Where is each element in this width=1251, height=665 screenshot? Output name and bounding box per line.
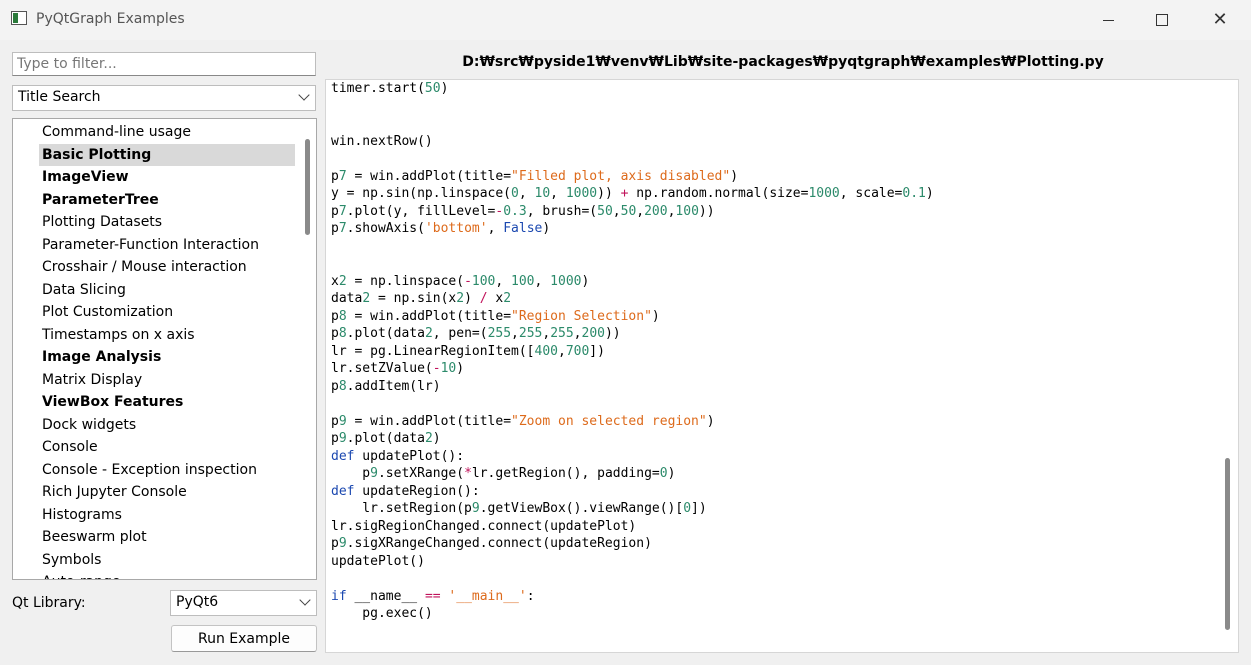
filter-input[interactable] <box>12 52 316 76</box>
editor-scrollbar[interactable] <box>1225 458 1230 630</box>
examples-tree[interactable]: Command-line usage Basic Plotting ImageVie… <box>12 118 317 580</box>
tree-item[interactable]: Plot Customization <box>39 301 179 323</box>
maximize-button[interactable] <box>1139 0 1185 40</box>
tree-item[interactable]: Image Analysis <box>39 346 167 368</box>
tree-item[interactable]: ViewBox Features <box>39 391 189 413</box>
search-mode-select[interactable]: Title Search <box>12 85 316 111</box>
tree-item[interactable]: Parameter-Function Interaction <box>39 234 265 256</box>
tree-item[interactable]: Data Slicing <box>39 279 132 301</box>
qt-library-select[interactable]: PyQt6 <box>170 590 317 616</box>
maximize-icon <box>1156 14 1168 26</box>
code-editor[interactable]: timer.start(50) win.nextRow() p7 = win.a… <box>325 79 1239 653</box>
tree-item[interactable]: Command-line usage <box>39 121 197 143</box>
tree-item[interactable]: Auto-range <box>39 571 127 579</box>
app-window-icon <box>11 11 27 25</box>
tree-item[interactable]: Rich Jupyter Console <box>39 481 193 503</box>
tree-item[interactable]: Plotting Datasets <box>39 211 168 233</box>
chevron-down-icon <box>299 594 311 606</box>
window-title: PyQtGraph Examples <box>36 11 185 27</box>
file-path: D:₩src₩pyside1₩venv₩Lib₩site-packages₩py… <box>462 54 1104 70</box>
chevron-down-icon <box>298 89 310 101</box>
tree-item[interactable]: ParameterTree <box>39 189 165 211</box>
tree-item[interactable]: Basic Plotting <box>39 143 295 166</box>
tree-item[interactable]: Matrix Display <box>39 369 148 391</box>
tree-scrollbar[interactable] <box>305 139 310 235</box>
tree-item[interactable]: Crosshair / Mouse interaction <box>39 256 253 278</box>
tree-item[interactable]: Console - Exception inspection <box>39 459 263 481</box>
tree-item[interactable]: ImageView <box>39 166 135 188</box>
tree-item[interactable]: Console <box>39 436 104 458</box>
tree-item[interactable]: Dock widgets <box>39 414 142 436</box>
tree-item[interactable]: Timestamps on x axis <box>39 324 201 346</box>
minimize-icon <box>1102 19 1114 21</box>
close-icon: ✕ <box>1212 9 1228 30</box>
close-button[interactable]: ✕ <box>1197 0 1243 40</box>
minimize-button[interactable] <box>1085 0 1131 40</box>
tree-item[interactable]: Beeswarm plot <box>39 526 153 548</box>
qt-library-value: PyQt6 <box>176 594 219 610</box>
code-text[interactable]: timer.start(50) win.nextRow() p7 = win.a… <box>331 80 934 623</box>
title-bar: PyQtGraph Examples ✕ <box>0 0 1251 40</box>
tree-item[interactable]: Symbols <box>39 549 107 571</box>
run-example-button[interactable]: Run Example <box>171 625 317 652</box>
tree-item[interactable]: Histograms <box>39 504 128 526</box>
qt-library-label: Qt Library: <box>12 595 86 611</box>
search-mode-value: Title Search <box>18 89 101 105</box>
